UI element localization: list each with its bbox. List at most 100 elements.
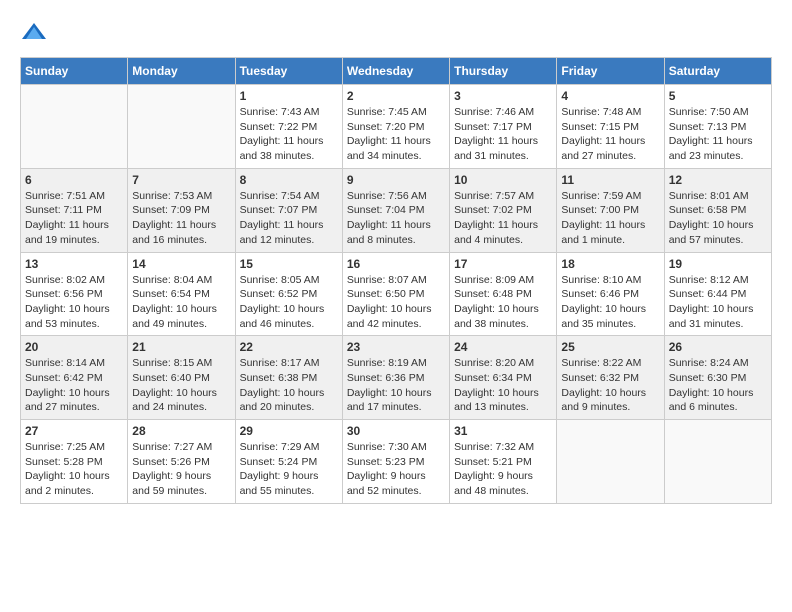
day-info: Sunrise: 7:43 AM Sunset: 7:22 PM Dayligh… xyxy=(240,105,338,164)
day-info: Sunrise: 7:56 AM Sunset: 7:04 PM Dayligh… xyxy=(347,189,445,248)
calendar-header-row: SundayMondayTuesdayWednesdayThursdayFrid… xyxy=(21,58,772,85)
weekday-header: Friday xyxy=(557,58,664,85)
calendar-table: SundayMondayTuesdayWednesdayThursdayFrid… xyxy=(20,57,772,504)
page-header xyxy=(20,20,772,41)
calendar-cell: 24Sunrise: 8:20 AM Sunset: 6:34 PM Dayli… xyxy=(450,336,557,420)
day-number: 5 xyxy=(669,89,767,103)
day-number: 25 xyxy=(561,340,659,354)
day-number: 13 xyxy=(25,257,123,271)
day-info: Sunrise: 7:25 AM Sunset: 5:28 PM Dayligh… xyxy=(25,440,123,499)
calendar-cell: 16 Sunrise: 8:07 AM Sunset: 6:50 PM Dayli… xyxy=(342,252,449,336)
logo xyxy=(20,20,52,41)
calendar-cell: 27 Sunrise: 7:25 AM Sunset: 5:28 PM Dayli… xyxy=(21,420,128,504)
weekday-header: Sunday xyxy=(21,58,128,85)
calendar-cell xyxy=(664,420,771,504)
calendar-cell xyxy=(557,420,664,504)
day-info: Sunrise: 8:02 AM Sunset: 6:56 PM Dayligh… xyxy=(25,273,123,332)
calendar-cell: 4 Sunrise: 7:48 AM Sunset: 7:15 PM Daylig… xyxy=(557,85,664,169)
day-info: Sunrise: 8:19 AM Sunset: 6:36 PM Dayligh… xyxy=(347,356,445,415)
calendar-cell: 22 Sunrise: 8:17 AM Sunset: 6:38 PM Dayli… xyxy=(235,336,342,420)
day-number: 7 xyxy=(132,173,230,187)
day-info: Sunrise: 7:54 AM Sunset: 7:07 PM Dayligh… xyxy=(240,189,338,248)
day-number: 16 xyxy=(347,257,445,271)
day-info: Sunrise: 7:59 AM Sunset: 7:00 PM Dayligh… xyxy=(561,189,659,248)
day-info: Sunrise: 8:17 AM Sunset: 6:38 PM Dayligh… xyxy=(240,356,338,415)
day-info: Sunrise: 8:07 AM Sunset: 6:50 PM Dayligh… xyxy=(347,273,445,332)
day-info: Sunrise: 7:29 AM Sunset: 5:24 PM Dayligh… xyxy=(240,440,338,499)
calendar-cell: 31 Sunrise: 7:32 AM Sunset: 5:21 PM Dayli… xyxy=(450,420,557,504)
calendar-cell: 9 Sunrise: 7:56 AM Sunset: 7:04 PM Daylig… xyxy=(342,168,449,252)
day-number: 29 xyxy=(240,424,338,438)
day-number: 21 xyxy=(132,340,230,354)
calendar-cell: 12 Sunrise: 8:01 AM Sunset: 6:58 PM Dayli… xyxy=(664,168,771,252)
day-number: 22 xyxy=(240,340,338,354)
day-number: 31 xyxy=(454,424,552,438)
weekday-header: Tuesday xyxy=(235,58,342,85)
day-number: 14 xyxy=(132,257,230,271)
day-number: 28 xyxy=(132,424,230,438)
day-info: Sunrise: 7:32 AM Sunset: 5:21 PM Dayligh… xyxy=(454,440,552,499)
calendar-cell: 8 Sunrise: 7:54 AM Sunset: 7:07 PM Daylig… xyxy=(235,168,342,252)
day-number: 18 xyxy=(561,257,659,271)
calendar-cell: 19Sunrise: 8:12 AM Sunset: 6:44 PM Dayli… xyxy=(664,252,771,336)
weekday-header: Monday xyxy=(128,58,235,85)
day-info: Sunrise: 8:15 AM Sunset: 6:40 PM Dayligh… xyxy=(132,356,230,415)
day-info: Sunrise: 8:20 AM Sunset: 6:34 PM Dayligh… xyxy=(454,356,552,415)
calendar-cell: 23 Sunrise: 8:19 AM Sunset: 6:36 PM Dayli… xyxy=(342,336,449,420)
day-number: 12 xyxy=(669,173,767,187)
calendar-week-row: 6Sunrise: 7:51 AM Sunset: 7:11 PM Daylig… xyxy=(21,168,772,252)
day-number: 9 xyxy=(347,173,445,187)
calendar-cell xyxy=(21,85,128,169)
calendar-cell xyxy=(128,85,235,169)
day-info: Sunrise: 7:27 AM Sunset: 5:26 PM Dayligh… xyxy=(132,440,230,499)
calendar-cell: 3 Sunrise: 7:46 AM Sunset: 7:17 PM Daylig… xyxy=(450,85,557,169)
logo-icon xyxy=(20,21,48,41)
day-number: 8 xyxy=(240,173,338,187)
calendar-cell: 29 Sunrise: 7:29 AM Sunset: 5:24 PM Dayli… xyxy=(235,420,342,504)
day-info: Sunrise: 8:05 AM Sunset: 6:52 PM Dayligh… xyxy=(240,273,338,332)
calendar-cell: 11Sunrise: 7:59 AM Sunset: 7:00 PM Dayli… xyxy=(557,168,664,252)
day-info: Sunrise: 7:30 AM Sunset: 5:23 PM Dayligh… xyxy=(347,440,445,499)
calendar-cell: 30 Sunrise: 7:30 AM Sunset: 5:23 PM Dayli… xyxy=(342,420,449,504)
calendar-cell: 1 Sunrise: 7:43 AM Sunset: 7:22 PM Daylig… xyxy=(235,85,342,169)
day-info: Sunrise: 8:09 AM Sunset: 6:48 PM Dayligh… xyxy=(454,273,552,332)
day-number: 1 xyxy=(240,89,338,103)
calendar-cell: 2 Sunrise: 7:45 AM Sunset: 7:20 PM Daylig… xyxy=(342,85,449,169)
calendar-cell: 26Sunrise: 8:24 AM Sunset: 6:30 PM Dayli… xyxy=(664,336,771,420)
calendar-week-row: 20Sunrise: 8:14 AM Sunset: 6:42 PM Dayli… xyxy=(21,336,772,420)
day-info: Sunrise: 7:46 AM Sunset: 7:17 PM Dayligh… xyxy=(454,105,552,164)
calendar-cell: 6Sunrise: 7:51 AM Sunset: 7:11 PM Daylig… xyxy=(21,168,128,252)
day-number: 27 xyxy=(25,424,123,438)
calendar-cell: 25Sunrise: 8:22 AM Sunset: 6:32 PM Dayli… xyxy=(557,336,664,420)
weekday-header: Saturday xyxy=(664,58,771,85)
calendar-cell: 7 Sunrise: 7:53 AM Sunset: 7:09 PM Daylig… xyxy=(128,168,235,252)
day-number: 17 xyxy=(454,257,552,271)
weekday-header: Wednesday xyxy=(342,58,449,85)
day-number: 23 xyxy=(347,340,445,354)
day-number: 26 xyxy=(669,340,767,354)
calendar-cell: 17 Sunrise: 8:09 AM Sunset: 6:48 PM Dayli… xyxy=(450,252,557,336)
day-number: 3 xyxy=(454,89,552,103)
day-number: 4 xyxy=(561,89,659,103)
day-info: Sunrise: 7:45 AM Sunset: 7:20 PM Dayligh… xyxy=(347,105,445,164)
day-number: 19 xyxy=(669,257,767,271)
day-number: 20 xyxy=(25,340,123,354)
day-info: Sunrise: 7:57 AM Sunset: 7:02 PM Dayligh… xyxy=(454,189,552,248)
calendar-cell: 21 Sunrise: 8:15 AM Sunset: 6:40 PM Dayli… xyxy=(128,336,235,420)
calendar-cell: 14 Sunrise: 8:04 AM Sunset: 6:54 PM Dayli… xyxy=(128,252,235,336)
calendar-cell: 20Sunrise: 8:14 AM Sunset: 6:42 PM Dayli… xyxy=(21,336,128,420)
day-info: Sunrise: 7:48 AM Sunset: 7:15 PM Dayligh… xyxy=(561,105,659,164)
day-number: 15 xyxy=(240,257,338,271)
day-number: 2 xyxy=(347,89,445,103)
day-info: Sunrise: 8:01 AM Sunset: 6:58 PM Dayligh… xyxy=(669,189,767,248)
calendar-week-row: 27 Sunrise: 7:25 AM Sunset: 5:28 PM Dayli… xyxy=(21,420,772,504)
calendar-cell: 18Sunrise: 8:10 AM Sunset: 6:46 PM Dayli… xyxy=(557,252,664,336)
calendar-cell: 15 Sunrise: 8:05 AM Sunset: 6:52 PM Dayli… xyxy=(235,252,342,336)
calendar-cell: 10 Sunrise: 7:57 AM Sunset: 7:02 PM Dayli… xyxy=(450,168,557,252)
day-number: 30 xyxy=(347,424,445,438)
weekday-header: Thursday xyxy=(450,58,557,85)
day-info: Sunrise: 8:04 AM Sunset: 6:54 PM Dayligh… xyxy=(132,273,230,332)
day-info: Sunrise: 7:53 AM Sunset: 7:09 PM Dayligh… xyxy=(132,189,230,248)
calendar-cell: 13 Sunrise: 8:02 AM Sunset: 6:56 PM Dayli… xyxy=(21,252,128,336)
day-number: 10 xyxy=(454,173,552,187)
